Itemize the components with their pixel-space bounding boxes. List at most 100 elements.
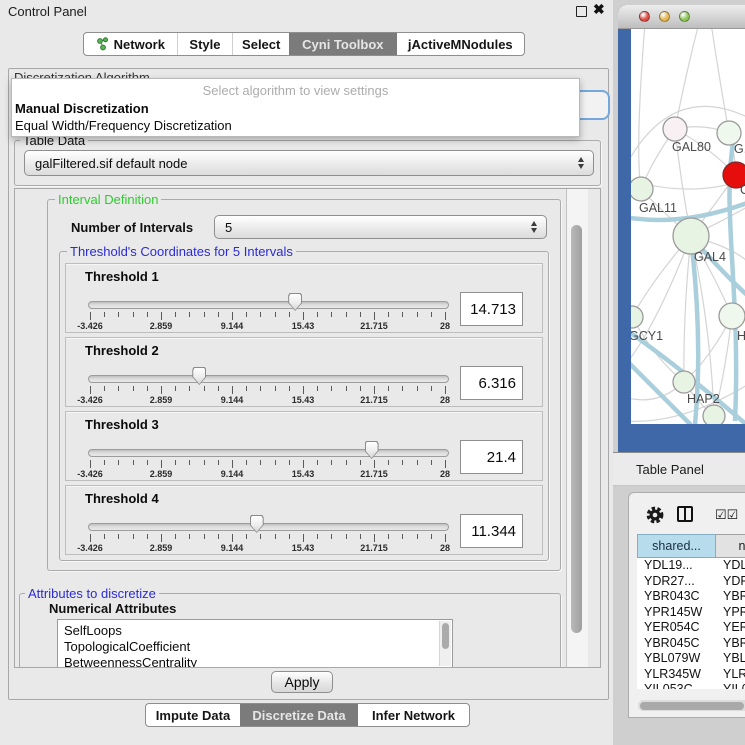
minor-tick	[331, 460, 332, 465]
table-panel-window: ☑☑ shared... na YDL19...YDL1YDR27...YDR2…	[628, 492, 745, 718]
algorithm-dropdown-hint: Select algorithm to view settings	[12, 83, 579, 98]
threshold-panel-3: Threshold 3-3.4262.8599.14415.4321.71528…	[65, 411, 543, 481]
table-data-combo[interactable]: galFiltered.sif default node	[24, 150, 594, 176]
minor-tick	[388, 534, 389, 539]
threshold-slider-thumb[interactable]	[365, 441, 379, 459]
node-label: H	[737, 329, 745, 343]
minor-tick	[402, 312, 403, 317]
table-row[interactable]: YDL19...YDL1	[637, 558, 745, 574]
table-panel-title: Table Panel	[636, 462, 704, 477]
cell-name: YDR2	[723, 574, 745, 590]
minor-tick	[317, 386, 318, 391]
threshold-label: Threshold 3	[85, 417, 159, 432]
major-tick	[303, 312, 304, 320]
gear-icon[interactable]	[645, 505, 665, 525]
column-header-name[interactable]: na	[716, 534, 745, 558]
panel-scrollbar[interactable]	[566, 189, 588, 667]
minor-tick	[289, 312, 290, 317]
network-node-gal11[interactable]	[631, 177, 653, 201]
threshold-value-field[interactable]: 6.316	[460, 366, 523, 400]
close-icon[interactable]: ✖	[593, 1, 605, 18]
table-rows: YDL19...YDL1YDR27...YDR2YBR043CYBR0YPR14…	[637, 558, 745, 689]
column-header-shared-name[interactable]: shared...	[637, 534, 716, 558]
network-node-gcy1[interactable]	[631, 306, 643, 328]
list-scrollbar[interactable]	[439, 621, 451, 666]
tick-label: 9.144	[210, 543, 254, 553]
table-h-scrollbar-thumb[interactable]	[640, 702, 744, 710]
major-tick	[445, 386, 446, 394]
network-node-gal80[interactable]	[663, 117, 687, 141]
list-scrollbar-thumb[interactable]	[442, 623, 449, 649]
table-row[interactable]: YBR045CYBR0	[637, 636, 745, 652]
tab-infer-network[interactable]: Infer Network	[358, 704, 469, 726]
table-row[interactable]: YLR345WYLR3	[637, 667, 745, 683]
zoom-traffic-light[interactable]	[679, 11, 690, 22]
minor-tick	[388, 460, 389, 465]
minimize-traffic-light[interactable]	[659, 11, 670, 22]
algorithm-option-manual-discretization[interactable]: Manual Discretization	[15, 101, 149, 116]
checkbox-icons[interactable]: ☑☑	[715, 507, 738, 523]
table-row[interactable]: YPR145WYPR1	[637, 605, 745, 621]
threshold-panel-4: Threshold 4-3.4262.8599.14415.4321.71528…	[65, 485, 543, 555]
apply-button[interactable]: Apply	[271, 671, 333, 693]
tab-discretize-data[interactable]: Discretize Data	[240, 704, 358, 726]
cell-name: YPR1	[723, 605, 745, 621]
tab-impute-data[interactable]: Impute Data	[146, 704, 240, 726]
minor-tick	[204, 460, 205, 465]
table-row[interactable]: YBL079WYBL0	[637, 651, 745, 667]
minor-tick	[246, 386, 247, 391]
minor-tick	[218, 534, 219, 539]
threshold-label: Threshold 1	[85, 269, 159, 284]
minor-tick	[218, 460, 219, 465]
cell-shared-name: YDL19...	[637, 558, 723, 574]
tab-cyni-toolbox[interactable]: Cyni Toolbox	[289, 33, 397, 55]
network-node-h[interactable]	[719, 303, 745, 329]
threshold-slider-track[interactable]	[88, 301, 449, 309]
threshold-slider-thumb[interactable]	[192, 367, 206, 385]
attribute-item-topologicalcoefficient[interactable]: TopologicalCoefficient	[58, 639, 452, 655]
threshold-slider-thumb[interactable]	[288, 293, 302, 311]
split-columns-icon[interactable]	[677, 506, 693, 522]
tab-select[interactable]: Select	[232, 33, 289, 55]
cell-shared-name: YPR145W	[637, 605, 723, 621]
threshold-slider-track[interactable]	[88, 523, 449, 531]
threshold-value-field[interactable]: 11.344	[460, 514, 523, 548]
minor-tick	[147, 460, 148, 465]
panel-scrollbar-thumb[interactable]	[571, 225, 582, 633]
tab-network[interactable]: Network	[84, 33, 177, 55]
close-traffic-light[interactable]	[639, 11, 650, 22]
spinner-arrows-icon	[531, 221, 537, 233]
major-tick	[90, 312, 91, 320]
minor-tick	[118, 460, 119, 465]
minor-tick	[104, 386, 105, 391]
cell-name: YLR3	[723, 667, 745, 683]
minor-tick	[417, 386, 418, 391]
threshold-value-field[interactable]: 14.713	[460, 292, 523, 326]
threshold-value-field[interactable]: 21.4	[460, 440, 523, 474]
major-tick	[161, 386, 162, 394]
number-of-intervals-combo[interactable]: 5	[214, 215, 547, 239]
table-row[interactable]: YER054CYER0	[637, 620, 745, 636]
tab-style[interactable]: Style	[177, 33, 233, 55]
network-node-hap2[interactable]	[673, 371, 695, 393]
algorithm-option-equal-width-frequency[interactable]: Equal Width/Frequency Discretization	[15, 118, 232, 133]
attribute-item-betweennesscentrality[interactable]: BetweennessCentrality	[58, 655, 452, 668]
table-row[interactable]: YDR27...YDR2	[637, 574, 745, 590]
numerical-attributes-list: SelfLoopsTopologicalCoefficientBetweenne…	[57, 619, 453, 668]
table-row[interactable]: YBR043CYBR0	[637, 589, 745, 605]
minor-tick	[104, 460, 105, 465]
tab-jactivemnodules[interactable]: jActiveMNodules	[397, 33, 524, 55]
minor-tick	[431, 460, 432, 465]
table-h-scrollbar[interactable]	[638, 700, 745, 711]
attribute-item-selfloops[interactable]: SelfLoops	[58, 623, 452, 639]
threshold-slider-thumb[interactable]	[250, 515, 264, 533]
bottom-tab-bar: Impute DataDiscretize DataInfer Network	[145, 703, 470, 727]
major-tick	[303, 386, 304, 394]
threshold-slider-track[interactable]	[88, 449, 449, 457]
threshold-slider-track[interactable]	[88, 375, 449, 383]
network-node-gal4[interactable]	[673, 218, 709, 254]
float-window-icon[interactable]	[576, 6, 587, 17]
network-node-partial[interactable]	[703, 405, 725, 424]
network-canvas[interactable]: GAL80G.CGAL11GAL4GCY1HHAP2	[631, 29, 745, 424]
table-row[interactable]: YIL053CYIL0	[637, 682, 745, 689]
